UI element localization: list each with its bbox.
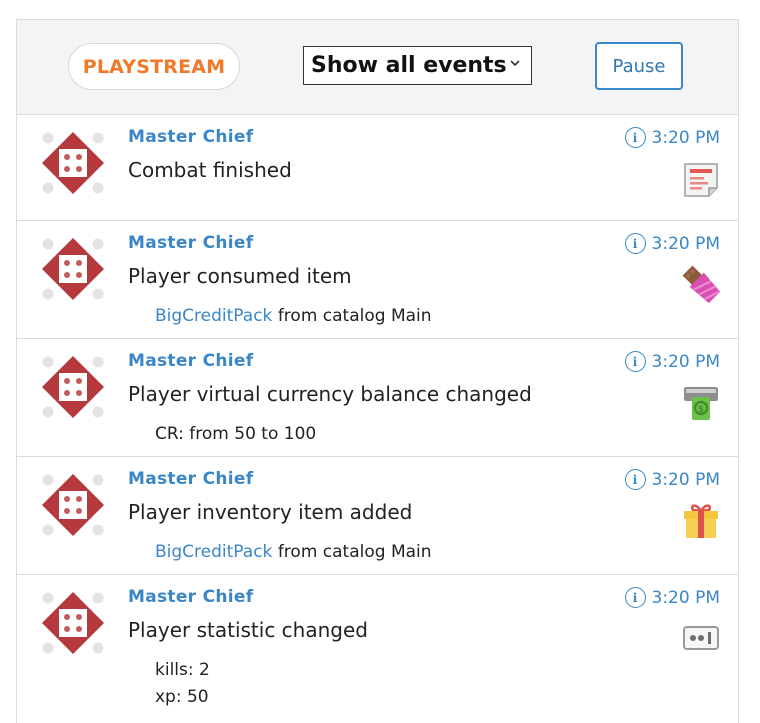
event-detail: CR: from 50 to 100 [155, 424, 317, 444]
chevron-down-icon [510, 60, 520, 67]
event-time-label: 3:20 PM [651, 587, 721, 608]
event-detail: BigCreditPack from catalog Main [155, 303, 432, 330]
cash-register-icon: $ [684, 387, 718, 420]
stat-kills: kills: 2 [155, 660, 210, 680]
event-row[interactable]: Master Chief i 3:20 PM Combat finished [17, 115, 738, 221]
player-avatar-icon[interactable] [41, 131, 105, 195]
candy-bar-icon [682, 265, 720, 303]
player-name-link[interactable]: Master Chief [128, 233, 253, 253]
event-title: Player consumed item [128, 264, 352, 288]
event-time-label: 3:20 PM [651, 351, 721, 372]
playstream-badge: PLAYSTREAM [68, 43, 240, 90]
event-row[interactable]: Master Chief i 3:20 PM Player statistic … [17, 575, 738, 723]
gift-icon [684, 504, 718, 538]
player-name-link[interactable]: Master Chief [128, 127, 253, 147]
player-name-link[interactable]: Master Chief [128, 351, 253, 371]
event-time-label: 3:20 PM [651, 233, 721, 254]
event-title: Combat finished [128, 158, 292, 182]
info-icon[interactable]: i [624, 351, 646, 372]
event-row[interactable]: Master Chief i 3:20 PM Player inventory … [17, 457, 738, 575]
info-icon[interactable]: i [624, 127, 646, 148]
event-time: i 3:20 PM [624, 233, 721, 254]
info-icon[interactable]: i [624, 587, 646, 608]
playstream-header: PLAYSTREAM Show all events Pause [17, 20, 738, 115]
event-row[interactable]: Master Chief i 3:20 PM Player virtual cu… [17, 339, 738, 457]
player-avatar-icon[interactable] [41, 473, 105, 537]
event-filter-value: Show all events [311, 53, 507, 78]
statistic-icon [683, 626, 719, 650]
event-time: i 3:20 PM [624, 127, 721, 148]
item-link[interactable]: BigCreditPack [155, 306, 272, 326]
event-row[interactable]: Master Chief i 3:20 PM Player consumed i… [17, 221, 738, 339]
event-title: Player virtual currency balance changed [128, 382, 532, 406]
event-detail: BigCreditPack from catalog Main [155, 539, 432, 566]
event-time-label: 3:20 PM [651, 469, 721, 490]
event-title: Player inventory item added [128, 500, 413, 524]
player-avatar-icon[interactable] [41, 237, 105, 301]
info-icon[interactable]: i [624, 233, 646, 254]
stat-xp: xp: 50 [155, 687, 209, 707]
report-icon [684, 163, 718, 197]
event-filter-select[interactable]: Show all events [303, 46, 532, 85]
event-time-label: 3:20 PM [651, 127, 721, 148]
event-time: i 3:20 PM [624, 469, 721, 490]
svg-text:$: $ [698, 405, 704, 415]
item-detail-text: from catalog Main [277, 542, 432, 562]
playstream-panel: PLAYSTREAM Show all events Pause Master … [16, 19, 739, 723]
item-link[interactable]: BigCreditPack [155, 542, 272, 562]
event-title: Player statistic changed [128, 618, 368, 642]
player-avatar-icon[interactable] [41, 591, 105, 655]
player-avatar-icon[interactable] [41, 355, 105, 419]
pause-button[interactable]: Pause [595, 42, 683, 90]
info-icon[interactable]: i [624, 469, 646, 490]
item-detail-text: from catalog Main [277, 306, 432, 326]
player-name-link[interactable]: Master Chief [128, 469, 253, 489]
player-name-link[interactable]: Master Chief [128, 587, 253, 607]
event-time: i 3:20 PM [624, 587, 721, 608]
event-time: i 3:20 PM [624, 351, 721, 372]
